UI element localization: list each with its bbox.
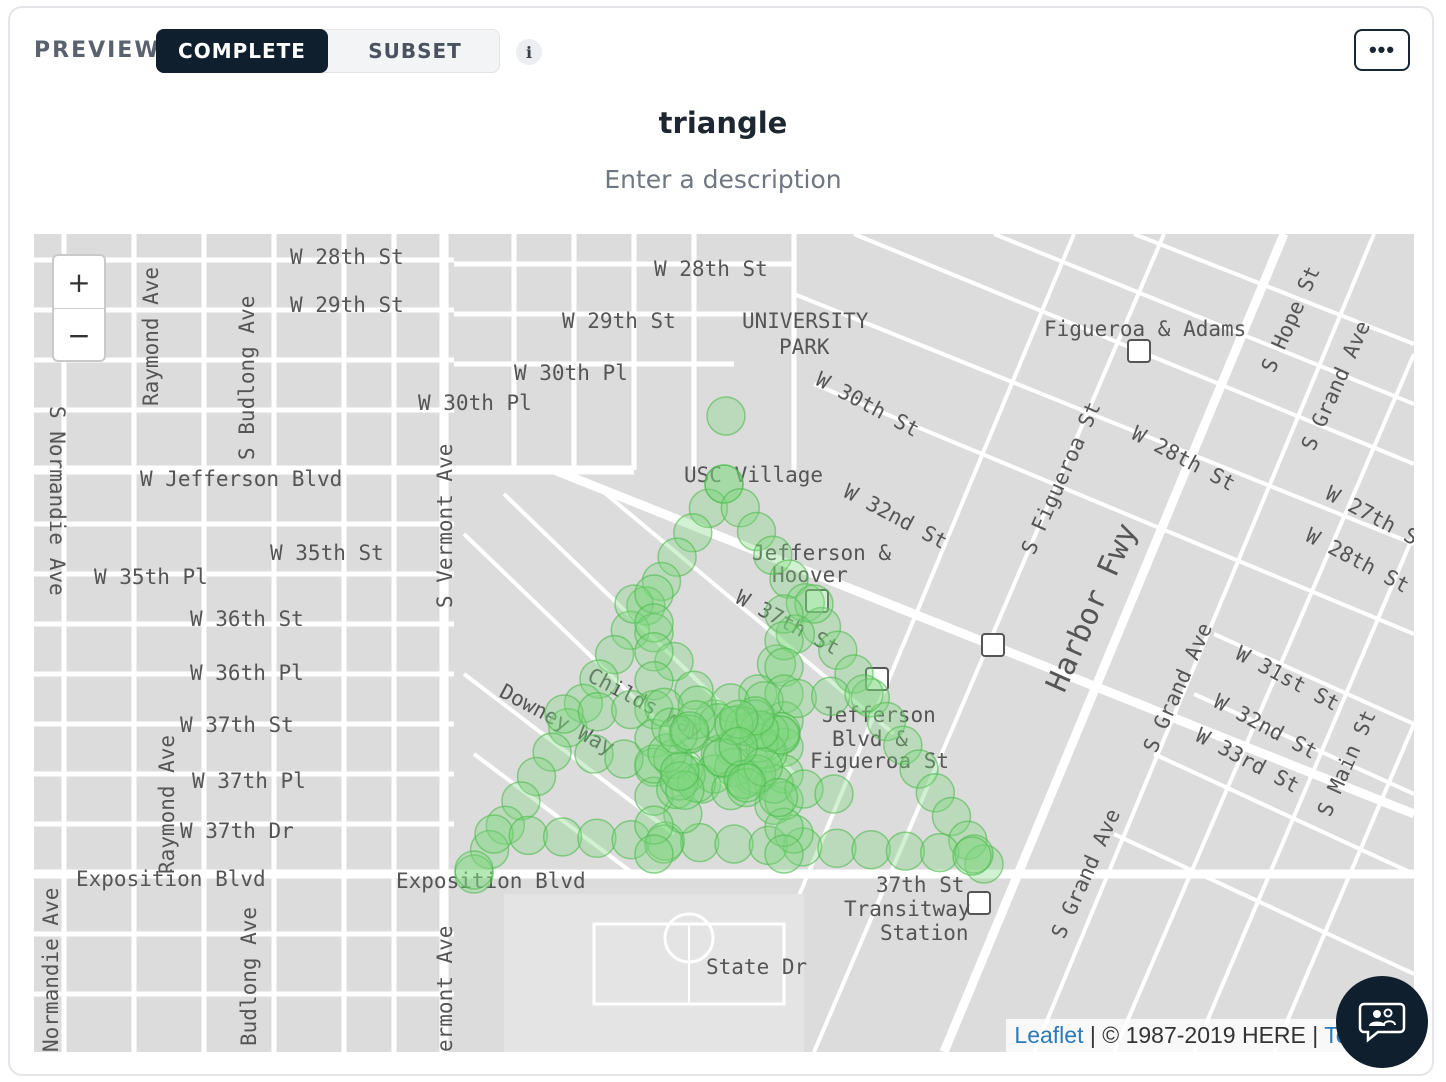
- chat-support-icon: [1358, 1002, 1406, 1043]
- map-label: State Dr: [706, 955, 807, 979]
- data-point-marker[interactable]: [844, 674, 884, 714]
- map-label: PARK: [779, 335, 830, 359]
- data-point-marker[interactable]: [610, 689, 651, 730]
- chat-support-button[interactable]: [1336, 976, 1428, 1068]
- data-point-marker[interactable]: [706, 396, 746, 436]
- map-label: Exposition Blvd: [76, 867, 266, 891]
- map-label: S Normandie Ave: [45, 406, 69, 596]
- data-point-marker[interactable]: [634, 834, 674, 874]
- zoom-out-button[interactable]: −: [54, 309, 104, 361]
- map-label: W 30th St: [812, 367, 924, 442]
- data-point-marker[interactable]: [577, 818, 617, 859]
- view-toggle: COMPLETE SUBSET: [156, 29, 500, 73]
- info-icon[interactable]: i: [516, 39, 542, 65]
- map-label: W 30th Pl: [514, 361, 628, 385]
- map-label: UNIVERSITY: [742, 309, 869, 333]
- dataset-title: triangle: [658, 106, 788, 140]
- map-label: W 28th St: [654, 257, 768, 281]
- preview-label: PREVIEW: [34, 38, 161, 63]
- data-point-marker[interactable]: [952, 836, 992, 876]
- map-label: ermont Ave: [433, 926, 457, 1052]
- map-label: Budlong Ave: [237, 907, 261, 1046]
- map-label: Station: [880, 921, 969, 945]
- data-point-marker[interactable]: [814, 774, 854, 814]
- attrib-sep: |: [1083, 1022, 1103, 1048]
- map-label: W 28th St: [290, 245, 404, 269]
- map-label: 37th St: [876, 873, 965, 897]
- data-point-marker[interactable]: [817, 828, 857, 869]
- map-label: W 29th St: [562, 309, 676, 333]
- map-label: W 37th Dr: [180, 819, 294, 843]
- data-point-marker[interactable]: [758, 777, 799, 818]
- map-label: Figueroa & Adams: [1044, 317, 1246, 341]
- data-point-marker[interactable]: [474, 814, 514, 854]
- data-point-marker[interactable]: [714, 824, 754, 864]
- map-basemap: W 28th St W 29th St W 29th St W 28th St …: [34, 234, 1414, 1052]
- map-label: S Vermont Ave: [433, 444, 457, 608]
- map-label: Transitway: [844, 897, 970, 921]
- data-point-marker[interactable]: [851, 829, 891, 870]
- map-label: S Budlong Ave: [235, 296, 259, 460]
- data-point-marker[interactable]: [454, 850, 494, 890]
- data-point-marker[interactable]: [508, 815, 549, 856]
- data-point-marker[interactable]: [544, 694, 584, 734]
- map-label: S Main St: [1313, 706, 1381, 820]
- data-point-marker[interactable]: [777, 678, 818, 719]
- data-point-marker[interactable]: [885, 831, 926, 871]
- data-point-marker[interactable]: [669, 711, 710, 751]
- data-point-marker[interactable]: [810, 676, 851, 716]
- map-label: W 35th Pl: [94, 565, 208, 589]
- map-label: W 30th Pl: [418, 391, 532, 415]
- zoom-control: + −: [52, 254, 106, 362]
- subset-toggle-button[interactable]: SUBSET: [329, 29, 501, 73]
- preview-card: PREVIEW COMPLETE SUBSET i ••• triangle E…: [8, 6, 1434, 1076]
- data-point-marker[interactable]: [542, 817, 583, 857]
- data-point-marker[interactable]: [764, 834, 804, 874]
- data-point-marker[interactable]: [660, 751, 700, 792]
- map-label: S Figueroa St: [1017, 398, 1106, 558]
- zoom-in-button[interactable]: +: [54, 256, 104, 309]
- map-label: Raymond Ave: [155, 735, 179, 874]
- complete-toggle-button[interactable]: COMPLETE: [156, 29, 328, 73]
- attrib-sep: |: [1305, 1022, 1325, 1048]
- map-label: W 37th Pl: [192, 769, 306, 793]
- map-label: W 35th St: [270, 541, 384, 565]
- copyright-text: © 1987-2019 HERE: [1102, 1022, 1306, 1048]
- data-point-marker[interactable]: [718, 726, 758, 767]
- map-label: Normandie Ave: [39, 888, 63, 1052]
- map-label: W 36th St: [190, 607, 304, 631]
- map-label: W 36th Pl: [190, 661, 304, 685]
- leaflet-link[interactable]: Leaflet: [1014, 1022, 1083, 1048]
- map-label: W 37th St: [180, 713, 294, 737]
- map-view[interactable]: W 28th St W 29th St W 29th St W 28th St …: [34, 234, 1414, 1052]
- map-label: W 29th St: [290, 293, 404, 317]
- more-options-button[interactable]: •••: [1354, 29, 1410, 71]
- description-field[interactable]: Enter a description: [10, 165, 1436, 194]
- data-point-marker[interactable]: [577, 692, 618, 732]
- map-label: W Jefferson Blvd: [140, 467, 342, 491]
- map-label: Raymond Ave: [139, 267, 163, 406]
